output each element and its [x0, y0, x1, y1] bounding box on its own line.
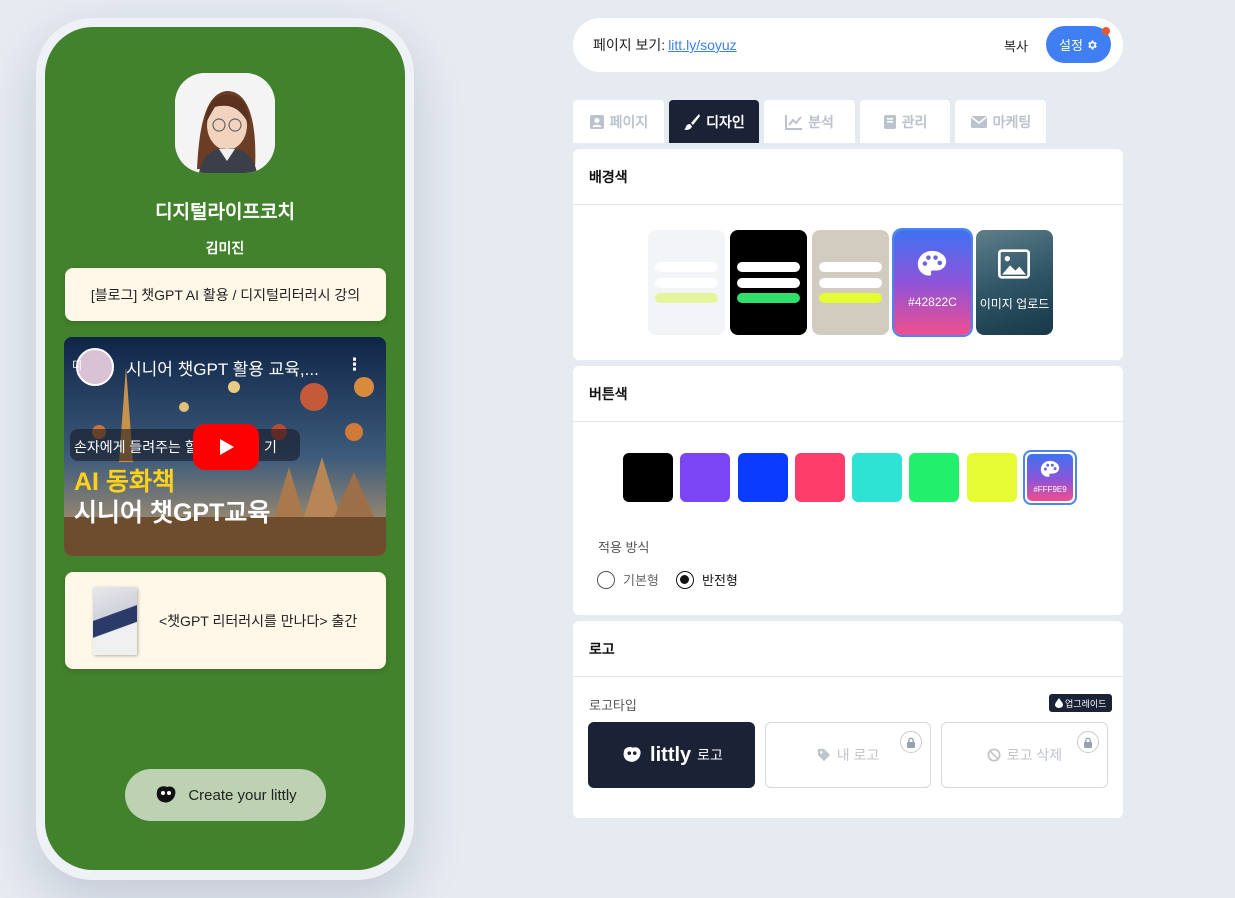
gear-icon [1088, 40, 1097, 49]
page-url-link[interactable]: litt.ly/soyuz [668, 37, 736, 53]
upgrade-badge[interactable]: 업그레이드 [1049, 694, 1113, 712]
tab-label: 마케팅 [992, 113, 1032, 130]
tab-label: 페이지 [609, 113, 649, 130]
book-icon [883, 114, 896, 129]
button-color-swatch[interactable] [909, 453, 959, 502]
create-littly-button[interactable]: Create your littly [125, 769, 326, 821]
logo-option-remove[interactable]: 로고 삭제 [941, 722, 1108, 788]
video-menu-icon[interactable]: ⋮ [346, 355, 363, 375]
video-subtitle: 손자에게 들려주는 할 [74, 439, 198, 455]
page-url-bar: 페이지 보기: litt.ly/soyuz 복사 설정 [573, 18, 1123, 72]
section-title: 배경색 [573, 149, 1123, 205]
profile-title: 디지털라이프코치 [155, 202, 295, 223]
radio-label: 기본형 [623, 573, 659, 588]
tab-manage[interactable]: 관리 [860, 100, 950, 143]
tab-marketing[interactable]: 마케팅 [955, 100, 1046, 143]
background-color-panel: 배경색 #42822C 이미지 업로드 [573, 149, 1123, 360]
create-button-label: Create your littly [188, 786, 297, 804]
view-page-label: 페이지 보기: [593, 37, 666, 53]
tab-label: 분석 [808, 113, 834, 130]
background-option-beige[interactable] [812, 230, 889, 335]
radio-circle-checked [676, 570, 694, 589]
image-icon [998, 249, 1030, 279]
link-button-book[interactable]: <챗GPT 리터러시를 만나다> 출간 [65, 572, 386, 669]
video-headline-2: 시니어 챗GPT교육 [74, 499, 271, 527]
tab-label: 관리 [901, 113, 928, 130]
button-color-swatch[interactable] [852, 453, 902, 502]
settings-button[interactable]: 설정 [1046, 26, 1111, 63]
book-thumbnail [93, 586, 137, 655]
upload-image-label: 이미지 업로드 [979, 297, 1050, 311]
id-card-icon [589, 114, 604, 129]
envelope-icon [970, 115, 987, 128]
radio-default-style[interactable]: 기본형 [597, 570, 659, 589]
background-image-upload[interactable]: 이미지 업로드 [976, 230, 1053, 335]
link-label: [블로그] 챗GPT AI 활용 / 디지털리터러시 강의 [90, 286, 361, 303]
button-color-swatch[interactable] [680, 453, 730, 502]
logo-option-custom[interactable]: 내 로고 [765, 722, 931, 788]
littly-logo-icon [157, 786, 176, 803]
radio-label: 반전형 [702, 573, 738, 588]
button-color-swatch[interactable] [623, 453, 673, 502]
link-label: <챗GPT 리터러시를 만나다> 출간 [159, 612, 358, 629]
tab-analytics[interactable]: 분석 [764, 100, 855, 143]
radio-inverted-style[interactable]: 반전형 [676, 570, 738, 589]
apply-method-label: 적용 방식 [598, 540, 650, 555]
button-color-swatch[interactable] [738, 453, 788, 502]
section-title: 로고 [573, 621, 1123, 677]
background-option-light[interactable] [648, 230, 725, 335]
remove-logo-label: 로고 삭제 [1006, 747, 1063, 763]
my-logo-label: 내 로고 [836, 747, 880, 763]
drop-icon [1055, 698, 1063, 708]
logo-option-littly[interactable]: littly 로고 [588, 722, 755, 788]
ban-icon [987, 748, 1001, 762]
chart-line-icon [785, 114, 803, 130]
play-button[interactable] [193, 424, 259, 470]
button-color-swatch[interactable] [795, 453, 845, 502]
tab-design[interactable]: 디자인 [669, 100, 759, 143]
section-title: 버튼색 [573, 366, 1123, 422]
littly-logo-icon [623, 747, 641, 762]
brush-icon [684, 113, 701, 130]
upgrade-label: 업그레이드 [1065, 698, 1107, 709]
page-preview: 디지털라이프코치 김미진 [블로그] 챗GPT AI 활용 / 디지털리터러시 … [45, 27, 405, 870]
custom-color-label: #FFF9E9 [1033, 485, 1067, 494]
copy-url-button[interactable]: 복사 [1004, 36, 1028, 55]
logo-type-label: 로고타입 [589, 698, 637, 713]
custom-color-label: #42822C [908, 295, 957, 309]
settings-label: 설정 [1059, 38, 1083, 53]
profile-avatar [175, 73, 275, 173]
logo-panel: 로고 로고타입 업그레이드 littly 로고 내 로고 로고 삭제 [573, 621, 1123, 818]
play-icon [220, 439, 234, 455]
lock-icon [900, 731, 922, 753]
tab-page[interactable]: 페이지 [573, 100, 664, 143]
palette-icon [1040, 460, 1060, 477]
littly-logo-suffix: 로고 [697, 747, 723, 763]
video-title: 시니어 챗GPT 활용 교육,... [126, 360, 319, 379]
littly-brand-text: littly [650, 743, 692, 766]
button-custom-color[interactable]: #FFF9E9 [1023, 450, 1077, 505]
video-subtitle-tail: 기 [264, 439, 277, 455]
profile-name: 김미진 [205, 240, 245, 256]
palette-icon [917, 250, 947, 276]
button-color-swatch[interactable] [967, 453, 1017, 502]
radio-circle [597, 570, 615, 589]
lock-icon [1077, 731, 1099, 753]
channel-hint: 디 [72, 360, 83, 372]
background-custom-color[interactable]: #42822C [894, 230, 971, 335]
button-color-panel: 버튼색 #FFF9E9 적용 방식 기본형 반전형 [573, 366, 1123, 615]
tag-icon [817, 748, 830, 762]
background-option-dark[interactable] [730, 230, 807, 335]
youtube-video-embed[interactable]: 디 시니어 챗GPT 활용 교육,... ⋮ 손자에게 들려주는 할 기 AI … [64, 337, 386, 556]
link-button-blog[interactable]: [블로그] 챗GPT AI 활용 / 디지털리터러시 강의 [65, 268, 386, 321]
notification-dot [1102, 27, 1110, 35]
tab-label: 디자인 [706, 113, 745, 130]
